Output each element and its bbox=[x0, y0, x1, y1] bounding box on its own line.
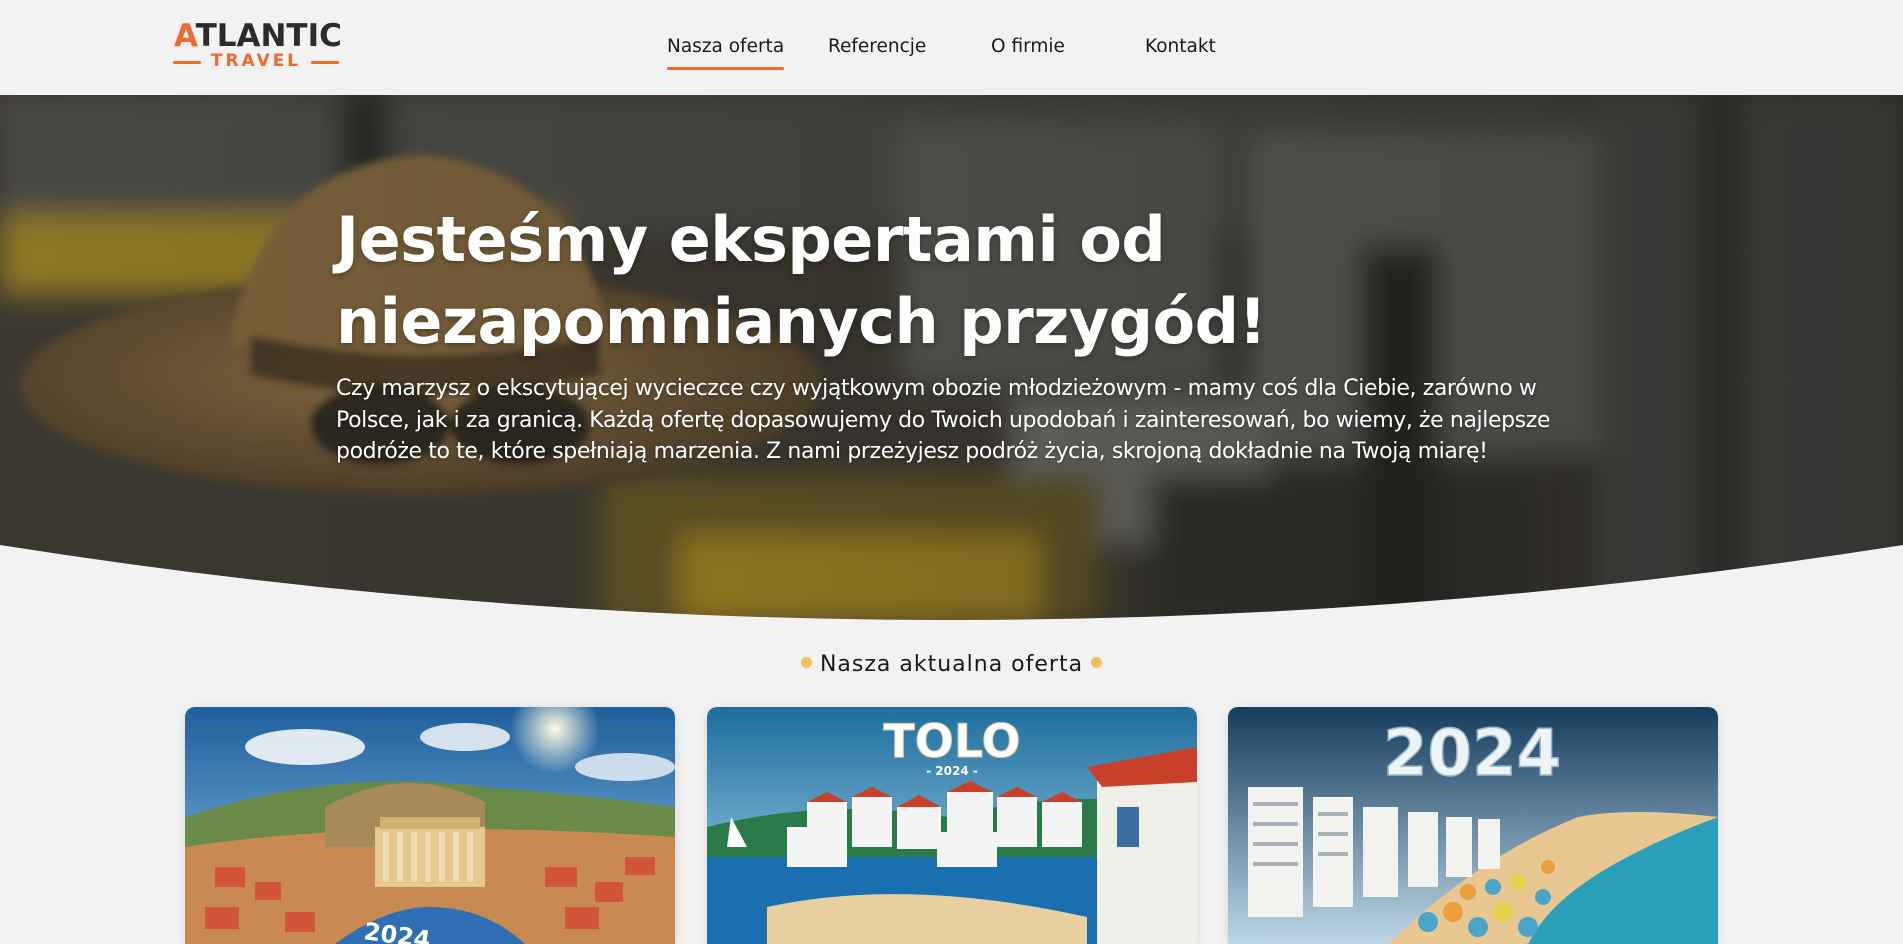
nav-item-o-firmie[interactable]: O firmie bbox=[991, 36, 1065, 57]
nav-item-referencje[interactable]: Referencje bbox=[828, 36, 926, 57]
section-title: Nasza aktualna oferta bbox=[819, 652, 1084, 677]
heading-dot-left bbox=[800, 657, 812, 668]
offer-card-beach-2024[interactable]: 2024 bbox=[1228, 707, 1718, 944]
logo-wordmark: ATLANTIC bbox=[174, 18, 342, 54]
hero-curve-divider bbox=[0, 545, 1903, 625]
hero-banner: Jesteśmy ekspertami od niezapomnianych p… bbox=[0, 95, 1903, 625]
atlantic-travel-logo[interactable]: ATLANTIC TRAVEL bbox=[170, 18, 342, 74]
svg-text:2024: 2024 bbox=[1383, 717, 1561, 791]
logo-subline: TRAVEL bbox=[170, 51, 342, 73]
offer-image-athens: 2024 bbox=[185, 707, 675, 944]
offer-image-tolo: TOLO - 2024 - bbox=[707, 707, 1197, 944]
offer-card-tolo[interactable]: TOLO - 2024 - bbox=[707, 707, 1197, 944]
svg-text:TOLO: TOLO bbox=[883, 714, 1020, 768]
offer-image-beach: 2024 bbox=[1228, 707, 1718, 944]
hero-description: Czy marzysz o ekscytującej wycieczce czy… bbox=[336, 376, 1550, 464]
svg-text:- 2024 -: - 2024 - bbox=[926, 764, 978, 778]
site-header: ATLANTIC TRAVEL Nasza oferta Referencje … bbox=[0, 0, 1903, 95]
hero-title: Jesteśmy ekspertami od niezapomnianych p… bbox=[336, 203, 1267, 358]
nav-item-nasza-oferta[interactable]: Nasza oferta bbox=[667, 36, 785, 70]
heading-dot-right bbox=[1091, 657, 1103, 668]
offer-card-athens[interactable]: 2024 bbox=[185, 707, 675, 944]
nav-item-kontakt[interactable]: Kontakt bbox=[1145, 36, 1216, 57]
section-heading: Nasza aktualna oferta bbox=[0, 652, 1903, 677]
